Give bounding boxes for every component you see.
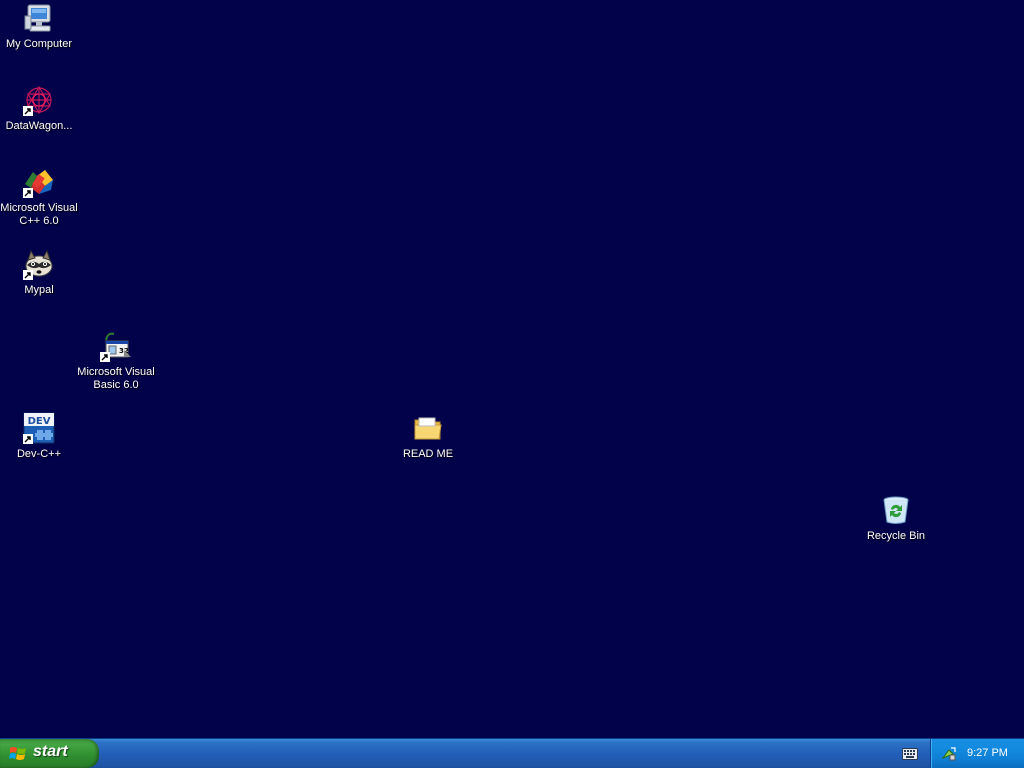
system-tray: 9:27 PM [930,739,1024,768]
shortcut-arrow-icon [23,270,33,280]
computer-icon [23,2,55,34]
desktop-icon-datawagon[interactable]: DataWagon... [0,84,78,133]
visual-basic-icon: 32 [100,330,132,362]
shortcut-arrow-icon [23,188,33,198]
windows-logo-icon [9,747,26,760]
desktop[interactable]: My Computer DataWagon... Microsoft Visua… [0,0,1024,738]
datawagon-icon [23,84,55,116]
desktop-icon-label: Recycle Bin [866,530,926,542]
desktop-icon-visual-cpp[interactable]: Microsoft Visual C++ 6.0 [0,166,78,228]
desktop-icon-label: READ ME [402,448,454,460]
start-button[interactable]: start [0,739,99,768]
desktop-icon-label: Microsoft Visual Basic 6.0 [77,366,155,391]
desktop-icon-label: Microsoft Visual C++ 6.0 [0,202,78,227]
desktop-icon-recycle-bin[interactable]: Recycle Bin [857,494,935,543]
safely-remove-hardware-icon[interactable] [941,746,957,762]
desktop-icon-my-computer[interactable]: My Computer [0,2,78,51]
raccoon-icon [23,248,55,280]
desktop-icon-label: My Computer [5,38,73,50]
desktop-icon-read-me[interactable]: READ ME [389,412,467,461]
taskbar: start 9:27 PM [0,738,1024,768]
dev-cpp-icon: DEV [23,412,55,444]
desktop-icon-mypal[interactable]: Mypal [0,248,78,297]
desktop-icon-label: Dev-C++ [16,448,62,460]
folder-icon [412,412,444,444]
keyboard-icon[interactable] [902,748,918,760]
desktop-icon-label: Mypal [24,284,54,296]
desktop-icon-dev-cpp[interactable]: DEV Dev-C++ [0,412,78,461]
dev-badge-text: DEV [28,416,51,427]
start-label: start [33,743,68,760]
clock[interactable]: 9:27 PM [967,747,1008,759]
shortcut-arrow-icon [100,352,110,362]
desktop-icon-label: DataWagon... [5,120,73,132]
desktop-icon-visual-basic[interactable]: 32 Microsoft Visual Basic 6.0 [77,330,155,392]
shortcut-arrow-icon [23,434,33,444]
shortcut-arrow-icon [23,106,33,116]
visual-cpp-icon [23,166,55,198]
recycle-bin-icon [880,494,912,526]
